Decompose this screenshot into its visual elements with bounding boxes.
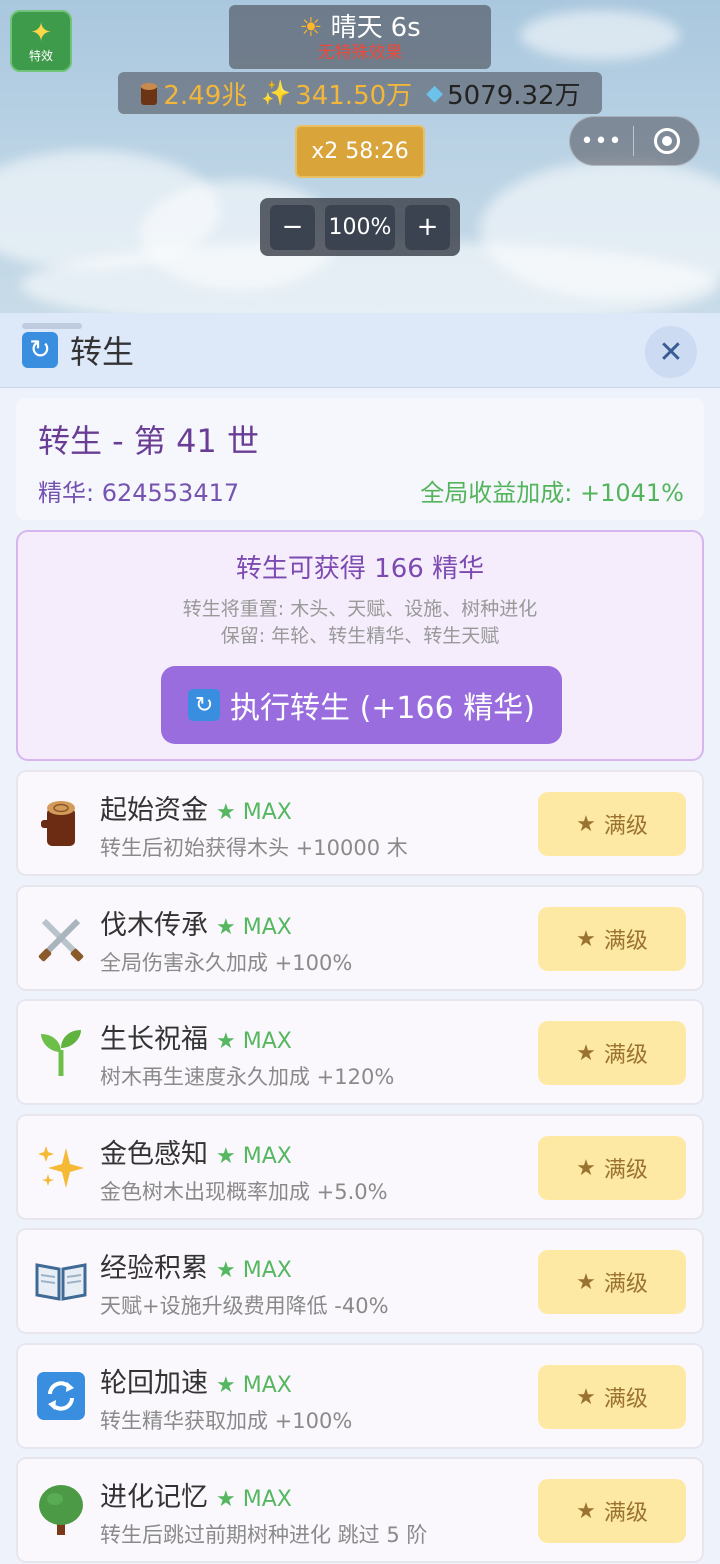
- seedling-icon: [34, 1025, 88, 1079]
- weather-panel: ☀ 晴天 6s 无特殊效果: [229, 5, 491, 69]
- talent-desc: 转生精华获取加成 +100%: [100, 1409, 353, 1433]
- exit-miniprogram-button[interactable]: [634, 128, 699, 154]
- panel-title: 转生: [70, 333, 135, 371]
- cycle-icon: ↻: [188, 689, 221, 721]
- max-level-button[interactable]: ★ 满级: [538, 792, 686, 856]
- weather-name: 晴天: [330, 13, 383, 43]
- reset-note: 转生将重置: 木头、天赋、设施、树种进化: [182, 598, 538, 620]
- resource-bar: 2.49兆 ✨ 341.50万 ◆ 5079.32万: [118, 72, 602, 114]
- rebirth-panel: ↻ 转生 ✕ 转生 - 第 41 世 精华: 624553417 全局收益加成:…: [0, 313, 720, 1564]
- effects-button[interactable]: ✦ 特效: [10, 10, 72, 72]
- talent-name: 金色感知 ★ MAX: [100, 1139, 292, 1170]
- wood-resource: 2.49兆: [139, 75, 247, 112]
- weather-effect: 无特殊效果: [317, 43, 403, 63]
- max-level-button[interactable]: ★ 满级: [538, 1250, 686, 1314]
- star-icon: ★: [576, 926, 596, 952]
- sparkle-icon: ✦: [30, 18, 52, 48]
- speed-boost-button[interactable]: x2 58:26: [295, 125, 425, 178]
- global-bonus: 全局收益加成: +1041%: [420, 479, 684, 507]
- drag-handle[interactable]: [22, 323, 82, 329]
- star-icon: ★: [576, 1498, 596, 1524]
- star-icon: ★: [576, 1155, 596, 1181]
- zoom-level: 100%: [325, 204, 395, 250]
- max-level-button[interactable]: ★ 满级: [538, 1479, 686, 1543]
- talent-desc: 金色树木出现概率加成 +5.0%: [100, 1180, 388, 1204]
- max-badge: ★ MAX: [216, 915, 292, 940]
- cycle-icon: ↻: [22, 332, 58, 368]
- talent-item: 金色感知 ★ MAX 金色树木出现概率加成 +5.0% ★ 满级: [16, 1114, 704, 1220]
- max-badge: ★ MAX: [216, 1373, 292, 1398]
- wood-log-icon: [139, 81, 159, 105]
- talent-name: 经验积累 ★ MAX: [100, 1253, 292, 1284]
- talent-item: 轮回加速 ★ MAX 转生精华获取加成 +100% ★ 满级: [16, 1343, 704, 1449]
- star-icon: ★: [576, 1269, 596, 1295]
- rebirth-summary: 转生 - 第 41 世 精华: 624553417 全局收益加成: +1041%: [16, 398, 704, 520]
- sparkles-icon: [34, 1140, 88, 1194]
- sparkle-value: 341.50万: [295, 80, 413, 111]
- more-menu-button[interactable]: •••: [570, 129, 633, 154]
- sparkle-resource: ✨ 341.50万: [261, 75, 412, 112]
- weather-time: 6s: [390, 13, 421, 43]
- talent-item: 进化记忆 ★ MAX 转生后跳过前期树种进化 跳过 5 阶 ★ 满级: [16, 1457, 704, 1563]
- talent-name: 生长祝福 ★ MAX: [100, 1024, 292, 1055]
- diamond-icon: ◆: [426, 80, 444, 106]
- tree-icon: [34, 1483, 88, 1537]
- star-icon: ★: [576, 811, 596, 837]
- essence-gain-text: 转生可获得 166 精华: [235, 554, 485, 584]
- talent-item: 生长祝福 ★ MAX 树木再生速度永久加成 +120% ★ 满级: [16, 999, 704, 1105]
- star-icon: ★: [576, 1384, 596, 1410]
- gem-resource: ◆ 5079.32万: [426, 75, 580, 112]
- talent-desc: 全局伤害永久加成 +100%: [100, 951, 353, 975]
- open-book-icon: [34, 1254, 88, 1308]
- max-badge: ★ MAX: [216, 800, 292, 825]
- talent-desc: 转生后初始获得木头 +10000 木: [100, 836, 408, 860]
- talent-name: 轮回加速 ★ MAX: [100, 1368, 292, 1399]
- close-icon: ✕: [658, 334, 684, 370]
- talent-name: 起始资金 ★ MAX: [100, 795, 292, 826]
- wood-value: 2.49兆: [163, 80, 248, 111]
- max-badge: ★ MAX: [216, 1029, 292, 1054]
- zoom-out-button[interactable]: −: [270, 204, 315, 250]
- wood-log-icon: [34, 796, 88, 850]
- cloud: [520, 10, 680, 60]
- talent-item: 起始资金 ★ MAX 转生后初始获得木头 +10000 木 ★ 满级: [16, 770, 704, 876]
- talent-item: 伐木传承 ★ MAX 全局伤害永久加成 +100% ★ 满级: [16, 885, 704, 991]
- talent-desc: 转生后跳过前期树种进化 跳过 5 阶: [100, 1523, 428, 1547]
- gem-value: 5079.32万: [447, 80, 581, 111]
- star-icon: ★: [576, 1040, 596, 1066]
- max-level-button[interactable]: ★ 满级: [538, 1136, 686, 1200]
- max-level-button[interactable]: ★ 满级: [538, 907, 686, 971]
- max-badge: ★ MAX: [216, 1258, 292, 1283]
- max-badge: ★ MAX: [216, 1487, 292, 1512]
- execute-rebirth-button[interactable]: ↻ 执行转生 (+166 精华): [161, 666, 562, 744]
- rebirth-action-box: 转生可获得 166 精华 转生将重置: 木头、天赋、设施、树种进化 保留: 年轮…: [16, 530, 704, 761]
- essence-total: 精华: 624553417: [38, 479, 240, 507]
- crossed-swords-icon: [34, 911, 88, 965]
- max-level-button[interactable]: ★ 满级: [538, 1021, 686, 1085]
- talent-desc: 天赋+设施升级费用降低 -40%: [100, 1294, 389, 1318]
- max-level-button[interactable]: ★ 满级: [538, 1365, 686, 1429]
- talent-desc: 树木再生速度永久加成 +120%: [100, 1065, 395, 1089]
- talent-name: 进化记忆 ★ MAX: [100, 1482, 292, 1513]
- talent-item: 经验积累 ★ MAX 天赋+设施升级费用降低 -40% ★ 满级: [16, 1228, 704, 1334]
- sun-icon: ☀: [299, 13, 323, 43]
- talent-name: 伐木传承 ★ MAX: [100, 910, 292, 941]
- sparkle-icon: ✨: [261, 79, 292, 107]
- max-badge: ★ MAX: [216, 1144, 292, 1169]
- zoom-in-button[interactable]: +: [405, 204, 450, 250]
- close-button[interactable]: ✕: [645, 326, 697, 378]
- execute-rebirth-label: 执行转生 (+166 精华): [230, 691, 535, 726]
- game-scene: ✦ 特效 ☀ 晴天 6s 无特殊效果 2.49兆 ✨ 341.50万 ◆ 507…: [0, 0, 720, 316]
- panel-header: ↻ 转生 ✕: [0, 313, 720, 388]
- target-circle-icon: [653, 128, 680, 154]
- keep-note: 保留: 年轮、转生精华、转生天赋: [220, 625, 500, 647]
- zoom-control: − 100% +: [260, 198, 460, 256]
- rebirth-generation: 转生 - 第 41 世: [38, 422, 259, 460]
- effects-label: 特效: [28, 49, 53, 63]
- miniprogram-capsule: •••: [569, 116, 700, 166]
- cycle-icon: [34, 1369, 88, 1423]
